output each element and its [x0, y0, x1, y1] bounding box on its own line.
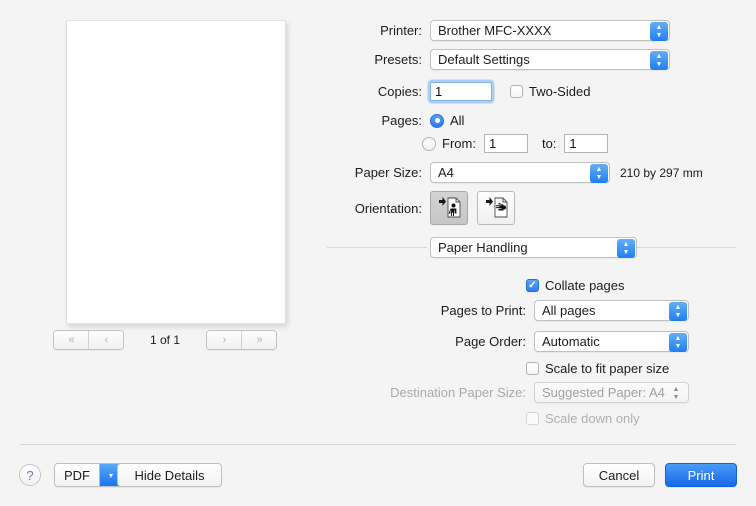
printer-popup[interactable]: Brother MFC-XXXX ▲ ▼ [430, 20, 670, 41]
destination-paper-size-value: Suggested Paper: A4 [542, 385, 665, 400]
section-separator-left [327, 247, 427, 248]
pages-all-label: All [450, 113, 465, 128]
scale-to-fit-checkbox[interactable]: Scale to fit paper size [526, 361, 669, 376]
destination-paper-size-popup[interactable]: Suggested Paper: A4 ▲ ▼ [534, 382, 689, 403]
chevron-updown-icon: ▲ ▼ [590, 164, 608, 183]
orientation-row: Orientation: [330, 191, 515, 225]
question-mark-icon: ? [26, 467, 34, 483]
preview-page-thumbnail [66, 20, 286, 324]
copies-input[interactable]: 1 [430, 82, 492, 101]
help-button[interactable]: ? [19, 464, 41, 486]
checkbox-box: ✓ [526, 279, 539, 292]
paper-dimensions-text: 210 by 297 mm [620, 165, 703, 180]
portrait-orientation-icon [439, 197, 461, 218]
scale-down-only-label: Scale down only [545, 411, 640, 426]
landscape-orientation-icon [486, 197, 508, 218]
copies-row: Copies: 1 Two-Sided [330, 82, 590, 101]
collate-pages-label: Collate pages [545, 278, 625, 293]
check-icon: ✓ [528, 279, 537, 291]
printer-row: Printer: Brother MFC-XXXX ▲ ▼ [330, 20, 670, 41]
next-page-button[interactable]: › [207, 331, 242, 349]
radio-button [422, 136, 436, 151]
chevron-updown-icon: ▲ ▼ [669, 302, 687, 321]
section-row: Paper Handling ▲ ▼ [430, 237, 637, 258]
cancel-button[interactable]: Cancel [583, 463, 655, 487]
pages-range-row: From: 1 to: 1 [422, 134, 609, 153]
pages-to-print-popup[interactable]: All pages ▲ ▼ [534, 300, 689, 321]
page-order-label: Page Order: [455, 334, 526, 349]
chevron-updown-icon: ▲ ▼ [617, 239, 635, 258]
pages-from-label: From: [442, 136, 476, 151]
preview-forward-controls[interactable]: › » [206, 330, 278, 350]
page-order-row: Page Order: Automatic ▲ ▼ [330, 331, 689, 352]
destination-paper-size-label: Destination Paper Size: [390, 385, 526, 400]
collate-pages-checkbox[interactable]: ✓ Collate pages [526, 278, 625, 293]
section-popup[interactable]: Paper Handling ▲ ▼ [430, 237, 637, 258]
section-value: Paper Handling [438, 240, 528, 255]
paper-size-value: A4 [438, 165, 454, 180]
pages-to-label: to: [541, 136, 557, 151]
chevron-updown-icon: ▲ ▼ [650, 51, 668, 70]
dialog-button-bar: ? PDF ▾ Hide Details Cancel Print [0, 452, 756, 506]
pages-all-radio[interactable]: All [430, 113, 464, 128]
chevron-updown-icon: ▲ ▼ [650, 22, 668, 41]
presets-popup[interactable]: Default Settings ▲ ▼ [430, 49, 670, 70]
pdf-button[interactable]: PDF ▾ [54, 463, 123, 487]
chevron-updown-icon: ▲ ▼ [669, 333, 687, 352]
pages-from-input[interactable]: 1 [483, 134, 528, 153]
two-sided-checkbox[interactable]: Two-Sided [510, 84, 590, 99]
printer-label: Printer: [380, 23, 422, 38]
two-sided-label: Two-Sided [529, 84, 591, 99]
presets-label: Presets: [374, 52, 422, 67]
presets-row: Presets: Default Settings ▲ ▼ [330, 49, 670, 70]
radio-button [430, 113, 444, 128]
pages-label: Pages: [381, 113, 422, 128]
page-order-value: Automatic [542, 334, 600, 349]
hide-details-button[interactable]: Hide Details [117, 463, 222, 487]
copies-label: Copies: [377, 84, 422, 99]
orientation-portrait-button[interactable] [430, 191, 468, 225]
print-button[interactable]: Print [665, 463, 737, 487]
destination-paper-size-row: Destination Paper Size: Suggested Paper:… [330, 382, 689, 403]
paper-size-popup[interactable]: A4 ▲ ▼ [430, 162, 610, 183]
scale-down-only-checkbox: Scale down only [526, 411, 640, 426]
print-dialog: « ‹ 1 of 1 › » Printer: Brother MFC-XXXX… [0, 0, 756, 506]
page-order-popup[interactable]: Automatic ▲ ▼ [534, 331, 689, 352]
checkbox-box [510, 85, 523, 98]
preview-back-controls[interactable]: « ‹ [52, 330, 124, 350]
bottom-divider [20, 444, 736, 445]
pages-to-print-label: Pages to Print: [440, 303, 526, 318]
pages-all-row: Pages: All [330, 113, 465, 128]
orientation-label: Orientation: [354, 200, 422, 216]
checkbox-box [526, 362, 539, 375]
section-separator-right [637, 247, 736, 248]
pages-range-radio[interactable]: From: [422, 136, 476, 151]
paper-size-row: Paper Size: A4 ▲ ▼ 210 by 297 mm [330, 162, 703, 183]
pdf-label: PDF [55, 464, 99, 486]
printer-value: Brother MFC-XXXX [438, 23, 552, 38]
orientation-landscape-button[interactable] [477, 191, 515, 225]
pages-to-print-value: All pages [542, 303, 596, 318]
first-page-button[interactable]: « [53, 331, 88, 349]
checkbox-box [526, 412, 539, 425]
previous-page-button[interactable]: ‹ [87, 331, 123, 349]
scale-to-fit-label: Scale to fit paper size [545, 361, 670, 376]
print-preview-pane: « ‹ 1 of 1 › » [0, 0, 330, 440]
pages-to-print-row: Pages to Print: All pages ▲ ▼ [330, 300, 689, 321]
chevron-updown-icon: ▲ ▼ [672, 386, 680, 401]
page-indicator: 1 of 1 [149, 333, 181, 347]
pages-to-input[interactable]: 1 [564, 134, 609, 153]
last-page-button[interactable]: » [241, 331, 277, 349]
presets-value: Default Settings [438, 52, 530, 67]
print-settings-pane: Printer: Brother MFC-XXXX ▲ ▼ Presets: De… [327, 0, 756, 440]
preview-pagination: « ‹ 1 of 1 › » [0, 330, 330, 350]
paper-size-label: Paper Size: [354, 165, 422, 180]
